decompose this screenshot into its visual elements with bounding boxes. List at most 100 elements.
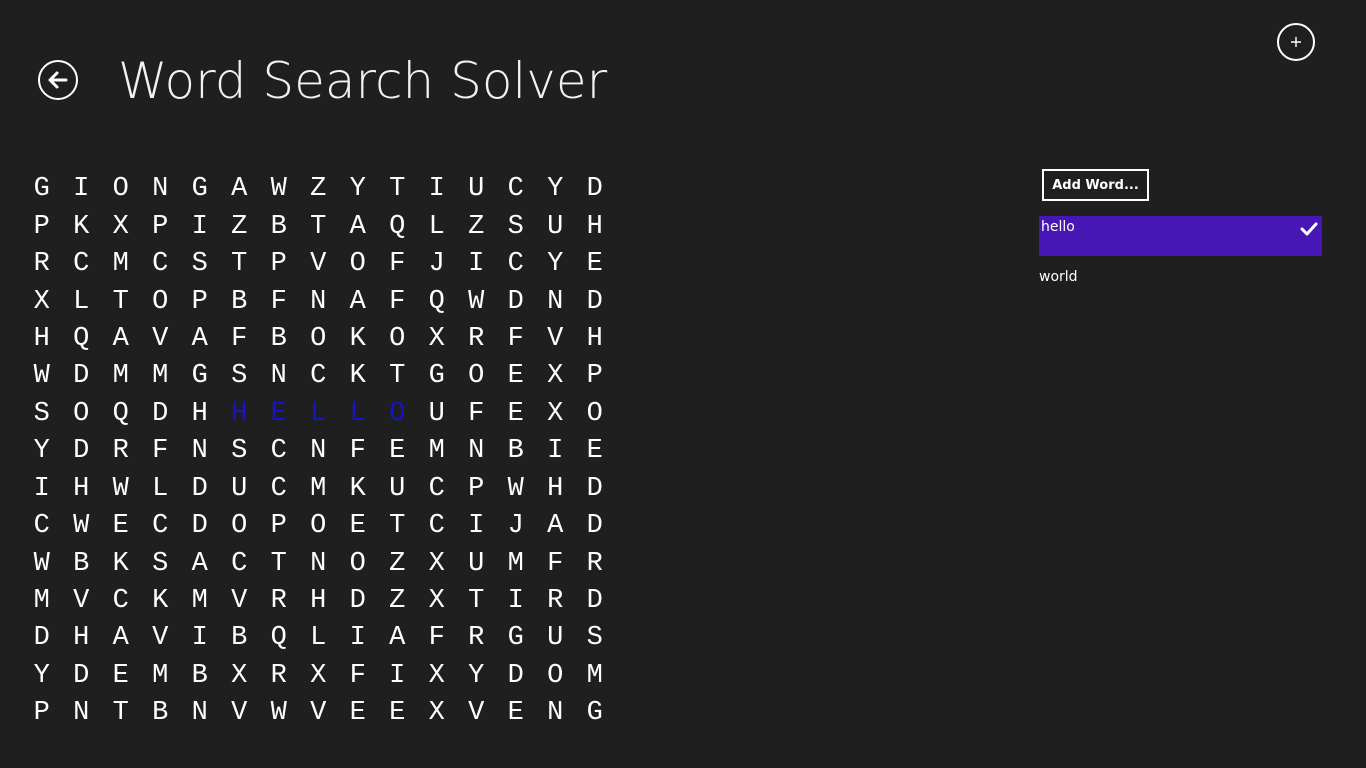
grid-cell: R xyxy=(586,548,603,579)
grid-cell: M xyxy=(33,586,50,617)
page-title: Word Search Solver xyxy=(118,52,608,110)
grid-cell: D xyxy=(33,623,50,654)
grid-cell: I xyxy=(191,211,208,242)
grid-cell: I xyxy=(349,623,366,654)
grid-cell: P xyxy=(152,211,169,242)
grid-cell: V xyxy=(152,323,169,354)
grid-cell: L xyxy=(428,211,445,242)
grid-cell: M xyxy=(152,660,169,691)
grid-cell: B xyxy=(231,623,248,654)
grid-cell: N xyxy=(191,436,208,467)
grid-cell: L xyxy=(310,623,327,654)
grid-cell: O xyxy=(547,660,564,691)
grid-cell: E xyxy=(112,660,129,691)
grid-cell: C xyxy=(152,249,169,280)
grid-cell: D xyxy=(73,660,90,691)
grid-cell: D xyxy=(586,511,603,542)
grid-cell: D xyxy=(507,286,524,317)
letter-grid: GIONGAWZYTIUCYDPKXPIZBTAQLZSUHRCMCSTPVOF… xyxy=(22,171,615,733)
grid-cell: F xyxy=(468,398,485,429)
grid-cell: I xyxy=(33,473,50,504)
grid-cell: M xyxy=(428,436,445,467)
grid-cell: E xyxy=(349,698,366,729)
grid-cell: Q xyxy=(270,623,287,654)
grid-cell: O xyxy=(468,361,485,392)
grid-cell: I xyxy=(468,249,485,280)
grid-cell: Y xyxy=(547,174,564,205)
grid-cell: V xyxy=(310,698,327,729)
grid-cell: D xyxy=(191,511,208,542)
grid-cell: C xyxy=(33,511,50,542)
grid-cell: I xyxy=(547,436,564,467)
add-word-button[interactable]: Add Word... xyxy=(1042,169,1149,201)
grid-cell: F xyxy=(547,548,564,579)
grid-cell: O xyxy=(231,511,248,542)
grid-cell: F xyxy=(152,436,169,467)
grid-cell: C xyxy=(428,473,445,504)
grid-cell: H xyxy=(73,623,90,654)
back-arrow-icon xyxy=(48,71,68,89)
grid-cell: B xyxy=(73,548,90,579)
grid-cell: J xyxy=(507,511,524,542)
grid-cell: E xyxy=(586,436,603,467)
grid-cell: F xyxy=(231,323,248,354)
grid-cell: T xyxy=(389,174,406,205)
grid-cell: F xyxy=(389,249,406,280)
grid-cell: N xyxy=(310,436,327,467)
grid-cell: N xyxy=(73,698,90,729)
add-button[interactable] xyxy=(1277,23,1315,61)
grid-cell: S xyxy=(33,398,50,429)
grid-cell: U xyxy=(468,548,485,579)
grid-cell: C xyxy=(73,249,90,280)
grid-cell: J xyxy=(428,249,445,280)
grid-cell: M xyxy=(191,586,208,617)
word-list-item[interactable]: world xyxy=(1039,266,1322,306)
grid-cell-found: O xyxy=(389,398,406,429)
grid-cell: Y xyxy=(349,174,366,205)
grid-cell: V xyxy=(231,586,248,617)
grid-cell: E xyxy=(507,398,524,429)
grid-cell: T xyxy=(389,361,406,392)
grid-cell: P xyxy=(191,286,208,317)
grid-cell: Y xyxy=(33,436,50,467)
back-button[interactable] xyxy=(38,60,78,100)
grid-cell: O xyxy=(349,249,366,280)
word-label: world xyxy=(1039,269,1078,285)
grid-cell: X xyxy=(310,660,327,691)
grid-cell: X xyxy=(547,361,564,392)
grid-cell: I xyxy=(507,586,524,617)
grid-cell: X xyxy=(33,286,50,317)
grid-cell: P xyxy=(270,511,287,542)
grid-cell: Q xyxy=(73,323,90,354)
grid-cell: B xyxy=(152,698,169,729)
grid-cell: H xyxy=(73,473,90,504)
grid-cell: M xyxy=(310,473,327,504)
grid-cell: V xyxy=(468,698,485,729)
grid-cell: H xyxy=(586,323,603,354)
grid-cell: V xyxy=(73,586,90,617)
grid-cell: A xyxy=(112,623,129,654)
grid-cell: M xyxy=(112,249,129,280)
grid-cell: C xyxy=(112,586,129,617)
grid-cell: L xyxy=(152,473,169,504)
grid-cell: P xyxy=(586,361,603,392)
grid-cell-found: H xyxy=(231,398,248,429)
grid-cell: F xyxy=(270,286,287,317)
grid-cell: G xyxy=(191,361,208,392)
grid-cell: H xyxy=(586,211,603,242)
grid-cell: S xyxy=(152,548,169,579)
grid-cell: G xyxy=(33,174,50,205)
checkmark-icon xyxy=(1300,221,1318,241)
grid-cell: O xyxy=(73,398,90,429)
grid-cell: U xyxy=(231,473,248,504)
grid-cell: D xyxy=(586,174,603,205)
grid-cell: D xyxy=(152,398,169,429)
grid-cell: D xyxy=(349,586,366,617)
grid-cell: T xyxy=(270,548,287,579)
grid-cell: Y xyxy=(33,660,50,691)
word-list-item[interactable]: hello xyxy=(1039,216,1322,256)
grid-cell: X xyxy=(428,586,445,617)
grid-cell: O xyxy=(389,323,406,354)
grid-cell: K xyxy=(349,323,366,354)
grid-cell: U xyxy=(389,473,406,504)
